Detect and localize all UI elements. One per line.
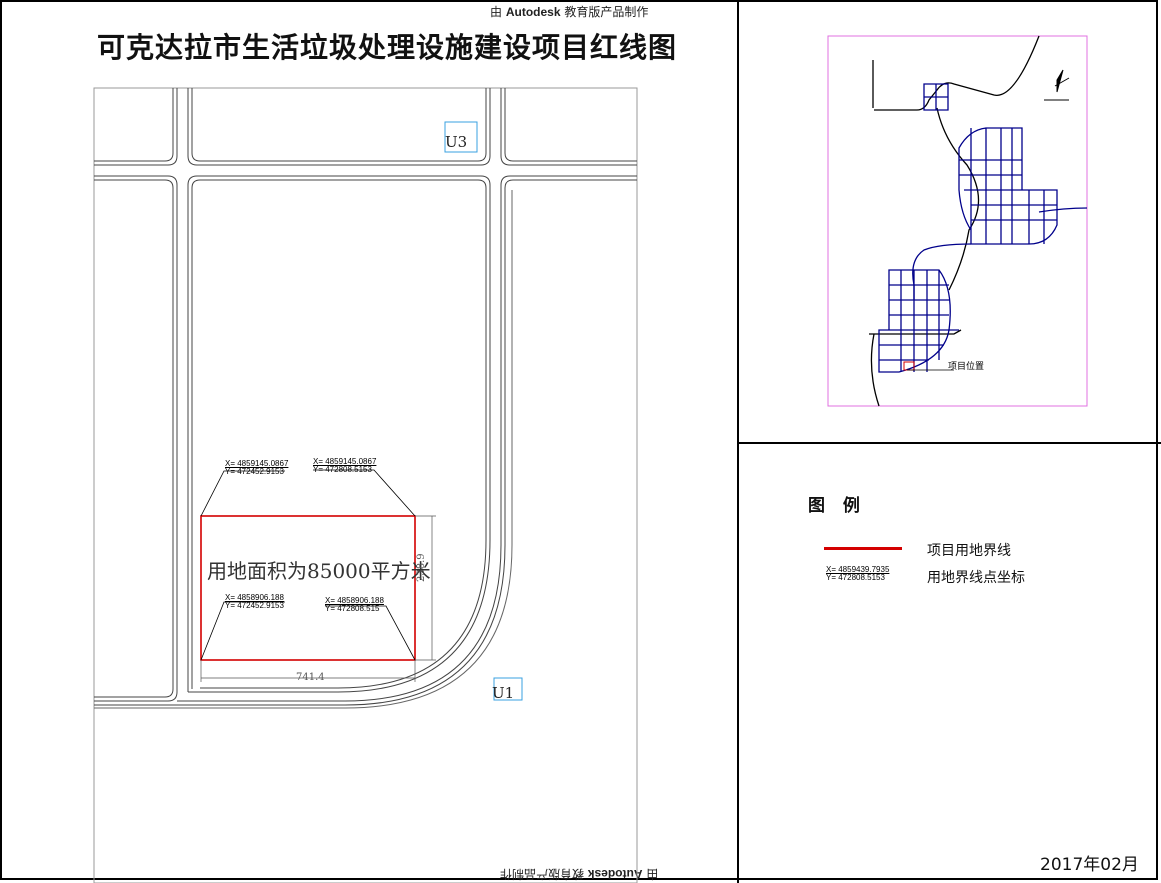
legend-item-boundary-label: 项目用地界线 [927, 543, 1011, 559]
legend-boundary-line-sample [824, 547, 902, 550]
block-right-inner [94, 179, 637, 706]
north-arrow-icon [1044, 69, 1070, 101]
site-boundary [200, 515, 416, 661]
block-top-right-inner [504, 88, 637, 162]
road-grid-south [878, 269, 959, 373]
road-spine [912, 243, 972, 300]
coord-label-top-right: X= 4859145.0867 Y= 472808.5153 [313, 457, 377, 474]
marker-u3: U3 [445, 133, 468, 151]
legend-title: 图 例 [808, 496, 866, 516]
legend-coord-sample: X= 4859439.7935 Y= 472808.5153 [826, 565, 890, 582]
road-black-southwest [870, 333, 880, 407]
road-lower-edge [94, 190, 513, 709]
marker-u1: U1 [492, 684, 515, 702]
dimension-height-label: 238.9 [416, 553, 427, 582]
block-top-middle-inner [191, 88, 487, 162]
road-east-spur [1038, 207, 1088, 213]
leader-bottom-left [200, 601, 285, 661]
block-right-outer [177, 175, 637, 702]
site-area-label: 用地面积为85000平方米 [207, 559, 431, 583]
dimension-width-label: 741.4 [296, 672, 325, 683]
block-top-right-outer [500, 88, 637, 166]
block-top-left-outer [94, 88, 178, 166]
leader-top-right [313, 469, 416, 517]
coord-label-bottom-right: X= 4858906.188 Y= 472808.515 [325, 596, 384, 613]
drawing-date: 2017年02月 [1040, 855, 1139, 875]
location-map-frame [827, 35, 1088, 407]
coord-label-bottom-left: X= 4858906.188 Y= 472452.9153 [225, 593, 284, 610]
block-center-outer [187, 175, 491, 693]
site-plan-drawing [93, 87, 638, 883]
road-grid-north [923, 83, 949, 111]
location-map [827, 35, 1088, 407]
road-grid-central [958, 127, 1058, 245]
dimension-line-height [415, 515, 436, 661]
project-location-label: 项目位置 [948, 362, 985, 372]
legend-item-coord-label: 用地界线点坐标 [927, 570, 1025, 586]
coord-label-top-left: X= 4859145.0867 Y= 472452.9153 [225, 459, 289, 476]
panel-divider-horizontal [738, 442, 1161, 444]
plan-viewport-border [93, 87, 638, 883]
road-black-north [874, 35, 1040, 111]
block-left-inner [94, 179, 174, 698]
leader-top-left [200, 470, 285, 517]
leader-bottom-right [325, 605, 416, 661]
block-left-outer [94, 175, 178, 702]
block-top-left-inner [94, 88, 174, 162]
road-black-east [936, 107, 980, 291]
